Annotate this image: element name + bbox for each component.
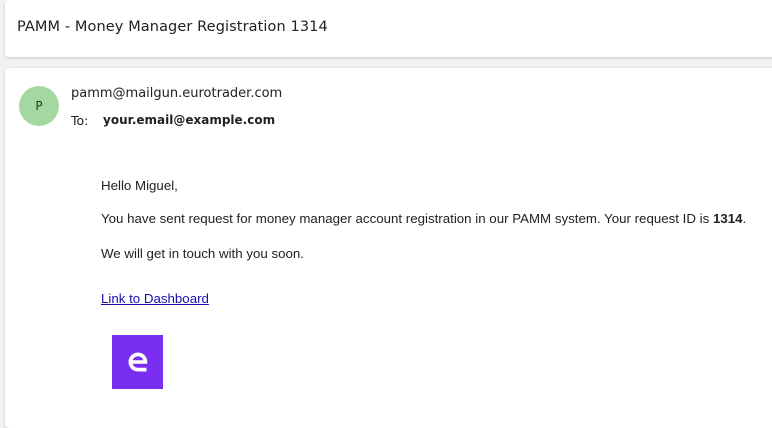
email-message: P pamm@mailgun.eurotrader.com To: your.e…: [5, 68, 772, 428]
subject-header: PAMM - Money Manager Registration 1314: [5, 0, 772, 57]
registration-paragraph: You have sent request for money manager …: [101, 211, 746, 226]
e-letter-icon: [128, 352, 147, 372]
registration-text: You have sent request for money manager …: [101, 211, 713, 226]
greeting-text: Hello Miguel,: [101, 178, 178, 193]
registration-period: .: [742, 211, 747, 226]
dashboard-link[interactable]: Link to Dashboard: [101, 291, 209, 306]
eurotrader-logo-icon: [112, 335, 163, 389]
to-label: To:: [71, 113, 89, 128]
sender-address[interactable]: pamm@mailgun.eurotrader.com: [71, 86, 282, 101]
request-id: 1314: [712, 211, 743, 226]
sender-avatar[interactable]: P: [19, 86, 59, 126]
email-subject: PAMM - Money Manager Registration 1314: [17, 19, 328, 35]
contact-paragraph: We will get in touch with you soon.: [101, 246, 305, 261]
recipient-address: your.email@example.com: [103, 113, 276, 127]
